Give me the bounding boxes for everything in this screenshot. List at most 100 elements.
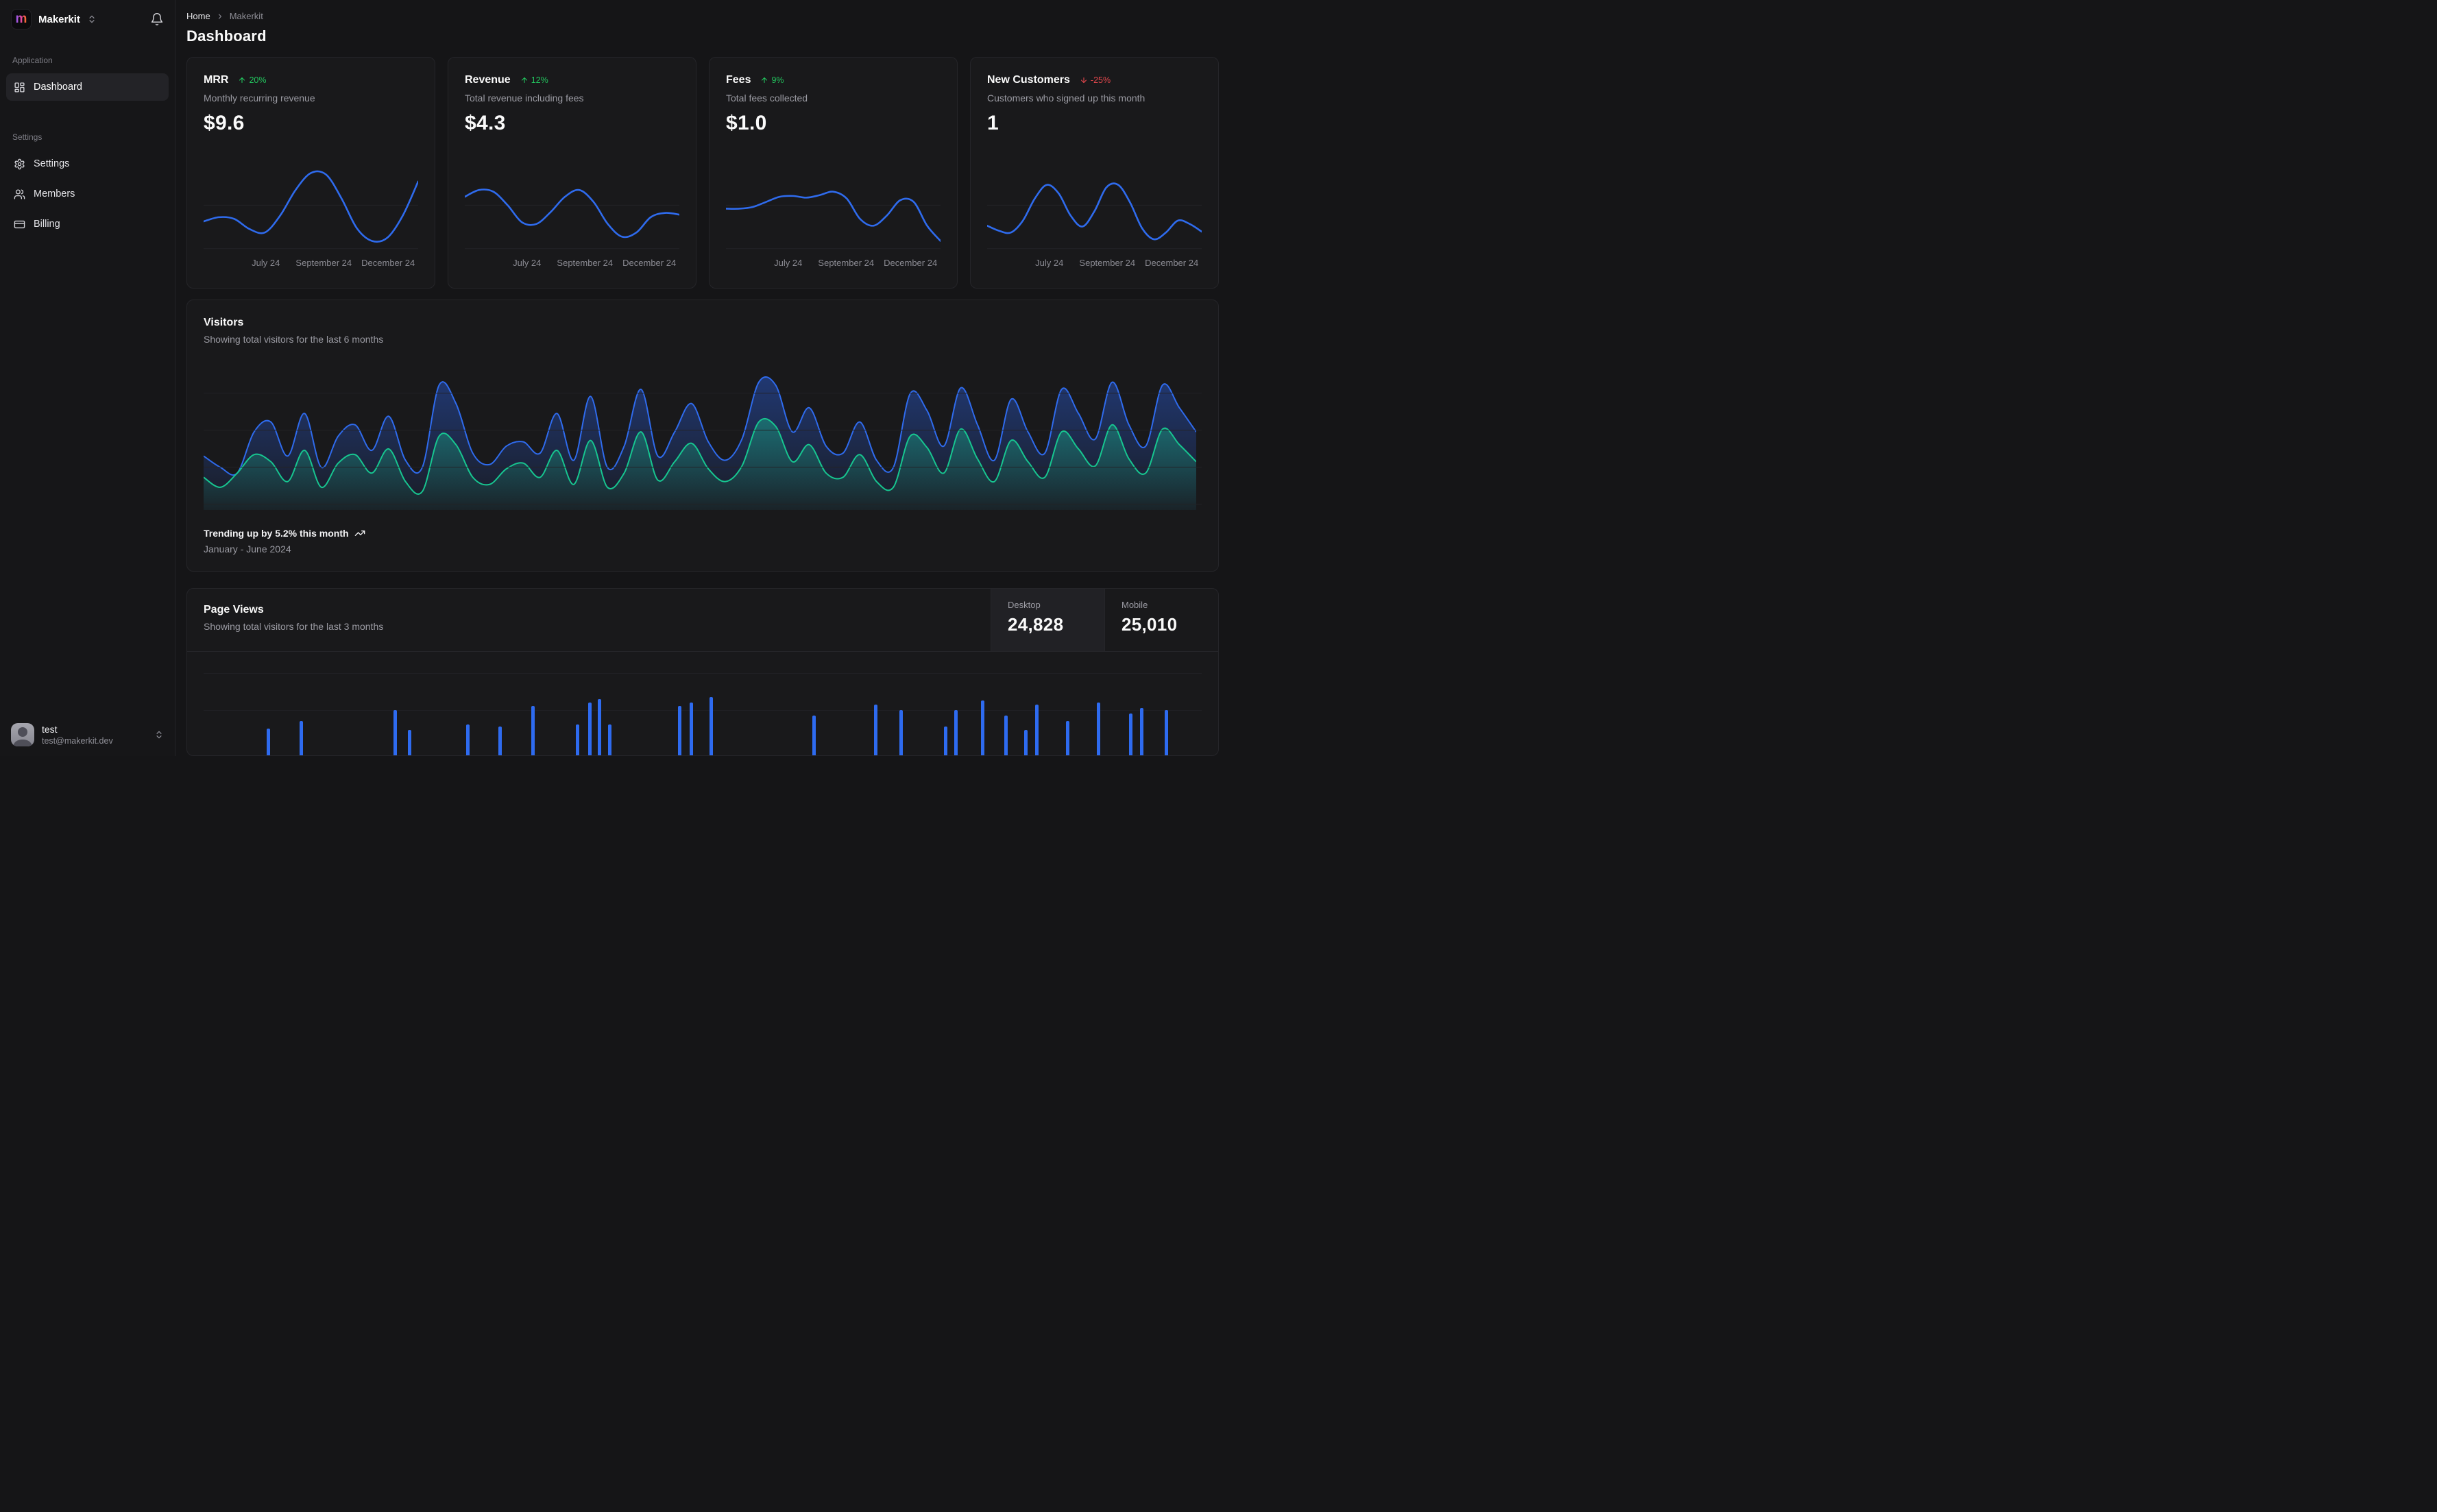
bar (598, 698, 602, 755)
x-axis-label: July 24 (1035, 258, 1064, 268)
stat-description: Monthly recurring revenue (204, 93, 315, 103)
chevrons-up-down-icon[interactable] (154, 730, 164, 740)
sidebar-section-settings: Settings (12, 132, 43, 142)
bar (607, 724, 611, 755)
bar (899, 709, 903, 755)
trend-value: 12% (531, 75, 548, 85)
stat-title: Revenue (465, 74, 511, 86)
sparkline-chart (987, 182, 1202, 249)
bar (1165, 709, 1169, 755)
bar (954, 709, 958, 755)
bar (587, 702, 592, 755)
bar (1023, 730, 1028, 755)
sidebar-item-members[interactable]: Members (6, 180, 169, 208)
sparkline-path (465, 188, 679, 239)
sidebar: m Makerkit Application Dashboard Setting… (0, 0, 175, 756)
visitors-trend-text: Trending up by 5.2% this month (204, 528, 349, 539)
bar (393, 709, 397, 755)
bar (1004, 715, 1008, 755)
workspace-name[interactable]: Makerkit (38, 14, 80, 25)
page-views-card: Page Views Showing total visitors for th… (186, 588, 1219, 756)
sidebar-item-label: Dashboard (34, 82, 82, 93)
bell-icon[interactable] (150, 12, 164, 26)
page-title: Dashboard (186, 27, 267, 45)
stat-card-new-customers: New Customers -25% Customers who signed … (970, 57, 1219, 289)
sidebar-item-label: Billing (34, 219, 60, 230)
bar (1034, 704, 1039, 755)
credit-card-icon (14, 219, 25, 230)
toggle-value: 25,010 (1121, 614, 1178, 635)
arrow-up-icon (520, 76, 529, 84)
sidebar-item-dashboard[interactable]: Dashboard (6, 73, 169, 101)
toggle-label: Mobile (1121, 600, 1148, 610)
stat-value: $4.3 (465, 112, 506, 134)
stat-cards-row: MRR 20% Monthly recurring revenue $9.6 J… (186, 57, 1219, 289)
stat-description: Total fees collected (726, 93, 808, 103)
stat-card-mrr: MRR 20% Monthly recurring revenue $9.6 J… (186, 57, 435, 289)
trend-badge: 12% (520, 75, 548, 85)
stat-card-revenue: Revenue 12% Total revenue including fees… (448, 57, 696, 289)
bar (677, 706, 681, 755)
page-views-title: Page Views (204, 604, 264, 615)
toggle-label: Desktop (1008, 600, 1041, 610)
avatar (11, 723, 34, 746)
bar (1065, 720, 1069, 755)
x-axis-label: September 24 (1079, 258, 1136, 268)
sidebar-item-billing[interactable]: Billing (6, 210, 169, 238)
bar (576, 724, 580, 755)
page-views-toggle-mobile[interactable]: Mobile 25,010 (1104, 589, 1218, 651)
sparkline-path (204, 170, 418, 243)
bar (812, 715, 816, 755)
x-axis-label: July 24 (513, 258, 542, 268)
page-views-header: Page Views Showing total visitors for th… (187, 589, 1218, 652)
bar (874, 704, 878, 755)
page-views-subtitle: Showing total visitors for the last 3 mo… (204, 621, 384, 632)
sparkline-x-labels: July 24 September 24 December 24 (465, 258, 679, 271)
stat-title: Fees (726, 74, 751, 86)
visitors-title: Visitors (204, 317, 244, 328)
stat-title: New Customers (987, 74, 1070, 86)
user-menu[interactable]: test test@makerkit.dev (0, 718, 175, 746)
stat-description: Customers who signed up this month (987, 93, 1145, 103)
sparkline-path (987, 182, 1202, 241)
x-axis-label: December 24 (1145, 258, 1199, 268)
visitors-area-svg (204, 376, 1196, 510)
users-icon (14, 188, 25, 200)
bar (465, 724, 470, 755)
sparkline-chart (726, 191, 941, 249)
chevrons-up-down-icon[interactable] (87, 14, 97, 24)
x-axis-label: December 24 (884, 258, 938, 268)
makerkit-logo: m (11, 9, 32, 29)
visitors-area-chart (204, 363, 1202, 510)
sparkline-x-labels: July 24 September 24 December 24 (987, 258, 1202, 271)
breadcrumb-home[interactable]: Home (186, 11, 210, 21)
toggle-value: 24,828 (1008, 614, 1064, 635)
bar (690, 702, 694, 755)
sidebar-item-settings[interactable]: Settings (6, 150, 169, 178)
visitors-subtitle: Showing total visitors for the last 6 mo… (204, 334, 384, 345)
arrow-down-icon (1080, 76, 1088, 84)
trend-badge: 20% (238, 75, 266, 85)
trend-value: 20% (249, 75, 267, 85)
trend-value: -25% (1090, 75, 1111, 85)
gear-icon (14, 158, 25, 170)
page-views-toggle-desktop[interactable]: Desktop 24,828 (991, 589, 1104, 651)
bar (710, 696, 714, 755)
sparkline-path (726, 191, 941, 242)
workspace-header: m Makerkit (0, 9, 175, 29)
x-axis-label: December 24 (622, 258, 677, 268)
layout-dashboard-icon (14, 82, 25, 93)
bar (1097, 702, 1101, 755)
bar (1128, 714, 1132, 755)
bar (408, 730, 412, 755)
arrow-up-icon (760, 76, 768, 84)
visitors-footer: Trending up by 5.2% this month January -… (204, 528, 1202, 554)
x-axis-label: September 24 (295, 258, 352, 268)
sparkline-x-labels: July 24 September 24 December 24 (204, 258, 418, 271)
sidebar-item-label: Members (34, 188, 75, 199)
stat-value: $1.0 (726, 112, 767, 134)
sparkline-chart (465, 188, 679, 249)
bar (981, 700, 985, 755)
stat-card-fees: Fees 9% Total fees collected $1.0 July 2… (709, 57, 958, 289)
x-axis-label: July 24 (252, 258, 280, 268)
